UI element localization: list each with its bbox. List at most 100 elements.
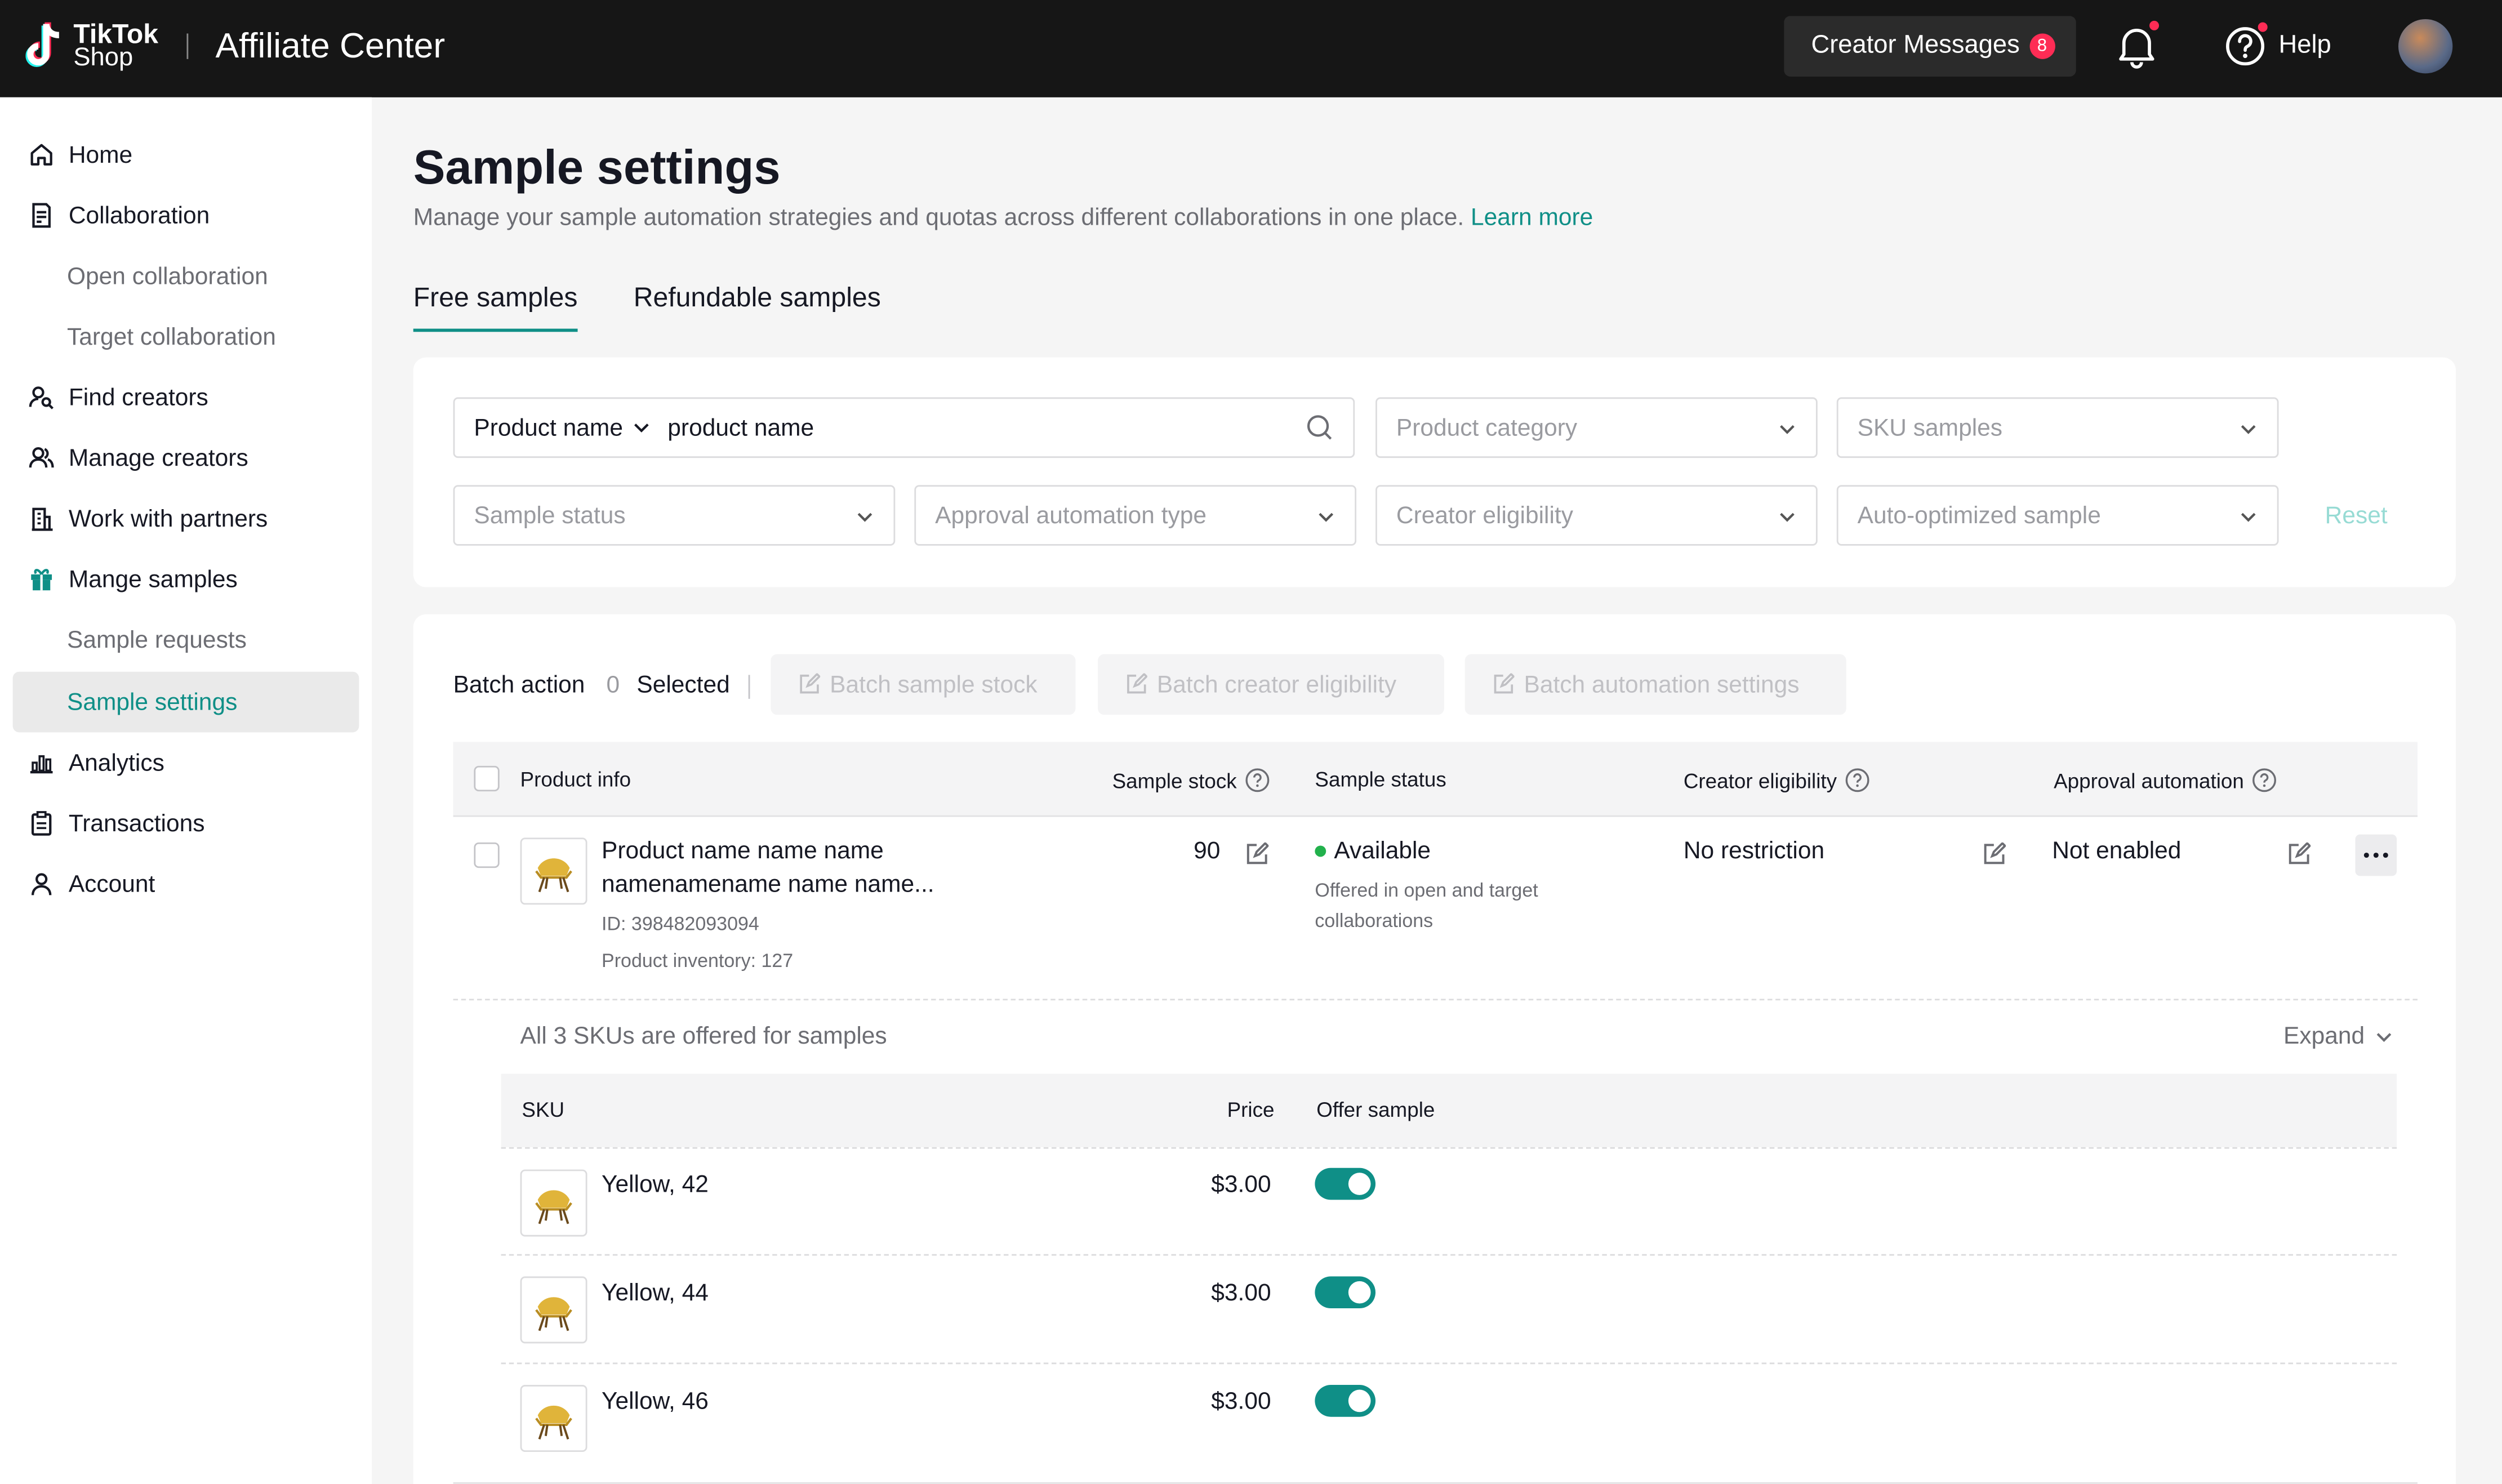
column-product-info: Product info: [520, 768, 631, 791]
row-divider: [501, 1147, 2397, 1149]
help-circle-icon[interactable]: [1245, 768, 1270, 793]
help-circle-icon[interactable]: [2252, 768, 2277, 793]
filters-card: Product name product name Product catego…: [413, 357, 2456, 587]
top-bar: TikTok Shop Affiliate Center Creator Mes…: [0, 0, 2502, 97]
creator-eligibility-select[interactable]: Creator eligibility: [1375, 485, 1818, 546]
column-label: Approval automation: [2054, 768, 2244, 792]
help-button[interactable]: Help: [2224, 20, 2331, 67]
sidebar-item-transactions[interactable]: Transactions: [13, 793, 359, 854]
search-icon[interactable]: [1305, 413, 1334, 442]
chevron-down-icon: [1319, 513, 1334, 522]
sidebar-item-manage-samples[interactable]: Mange samples: [13, 549, 359, 610]
sku-summary: All 3 SKUs are offered for samples: [520, 1022, 887, 1050]
sample-status-select[interactable]: Sample status: [453, 485, 896, 546]
product-thumbnail: [520, 837, 587, 905]
sidebar-item-target-collaboration[interactable]: Target collaboration: [13, 306, 359, 367]
sku-name: Yellow, 44: [602, 1280, 709, 1307]
sku-price: $3.00: [1211, 1388, 1271, 1415]
sidebar-item-analytics[interactable]: Analytics: [13, 732, 359, 793]
logo-wordmark: TikTok Shop: [73, 19, 159, 72]
sidebar-item-label: Home: [68, 141, 133, 168]
tab-free-samples[interactable]: Free samples: [413, 282, 578, 332]
user-avatar[interactable]: [2398, 19, 2453, 74]
batch-creator-eligibility-button[interactable]: Batch creator eligibility: [1098, 654, 1444, 715]
auto-optimized-sample-select[interactable]: Auto-optimized sample: [1836, 485, 2279, 546]
reset-button[interactable]: Reset: [2325, 502, 2388, 529]
creator-messages-button[interactable]: Creator Messages 8: [1784, 16, 2076, 77]
edit-icon: [800, 673, 821, 694]
column-sku: SKU: [522, 1098, 564, 1121]
sidebar-item-label: Mange samples: [68, 565, 238, 593]
logo-line-1: TikTok: [73, 19, 159, 50]
building-icon: [27, 504, 56, 533]
sidebar-item-label: Transactions: [68, 809, 205, 837]
tab-refundable-samples[interactable]: Refundable samples: [634, 282, 881, 314]
sidebar-item-label: Account: [68, 870, 155, 898]
sidebar-item-find-creators[interactable]: Find creators: [13, 367, 359, 428]
sidebar-item-home[interactable]: Home: [13, 124, 359, 185]
select-all-checkbox[interactable]: [474, 765, 500, 792]
column-label: Offer sample: [1316, 1098, 1435, 1122]
help-circle-icon[interactable]: [1845, 768, 1870, 793]
sample-status-label: Available: [1334, 837, 1431, 865]
column-sample-stock: Sample stock: [1112, 768, 1271, 793]
sidebar-item-account[interactable]: Account: [13, 854, 359, 915]
expand-button[interactable]: Expand: [2283, 1023, 2393, 1050]
sidebar-item-label: Collaboration: [68, 202, 210, 229]
row-checkbox[interactable]: [474, 842, 500, 868]
selected-label: Selected: [636, 671, 730, 699]
row-divider: [453, 999, 2418, 1001]
logo-line-2: Shop: [73, 44, 133, 72]
batch-sample-stock-label: Batch sample stock: [830, 671, 1038, 698]
edit-approval-automation-icon[interactable]: [2287, 842, 2311, 866]
page-title: Sample settings: [413, 142, 781, 195]
edit-sample-stock-icon[interactable]: [1245, 842, 1269, 866]
product-id: ID: 398482093094: [602, 912, 759, 935]
app-title: Affiliate Center: [215, 25, 446, 66]
table-bottom-border: [453, 1482, 2418, 1484]
main-content: Sample settings Manage your sample autom…: [372, 97, 2502, 1484]
product-category-placeholder: Product category: [1396, 414, 1578, 442]
search-input[interactable]: product name: [667, 414, 1305, 441]
sidebar-item-sample-requests[interactable]: Sample requests: [13, 609, 359, 670]
chair-icon: [535, 1297, 572, 1331]
sku-samples-select[interactable]: SKU samples: [1836, 397, 2279, 458]
chevron-down-icon: [857, 513, 872, 522]
product-category-select[interactable]: Product category: [1375, 397, 1818, 458]
product-name-line-1[interactable]: Product name name name: [602, 837, 884, 864]
sku-price: $3.00: [1211, 1171, 1271, 1198]
help-dot: [2256, 20, 2269, 34]
chevron-down-icon: [635, 424, 649, 433]
sidebar-item-manage-creators[interactable]: Manage creators: [13, 427, 359, 488]
expand-label: Expand: [2283, 1022, 2365, 1050]
sidebar-item-sample-settings[interactable]: Sample settings: [12, 671, 359, 733]
sku-price: $3.00: [1211, 1280, 1271, 1307]
column-label: Sample status: [1315, 767, 1446, 792]
approval-automation-type-select[interactable]: Approval automation type: [914, 485, 1357, 546]
batch-automation-settings-button[interactable]: Batch automation settings: [1464, 654, 1846, 715]
tiktok-shop-logo[interactable]: TikTok Shop: [25, 21, 158, 72]
gift-icon: [27, 565, 56, 594]
sidebar-item-collaboration[interactable]: Collaboration: [13, 185, 359, 246]
sidebar-item-open-collaboration[interactable]: Open collaboration: [13, 246, 359, 306]
sidebar: Home Collaboration Open collaboration Ta…: [0, 97, 372, 1484]
product-name-line-2[interactable]: namenamename name name...: [602, 871, 934, 898]
offer-sample-toggle[interactable]: [1315, 1167, 1376, 1200]
search-type-label: Product name: [474, 414, 623, 442]
people-icon: [27, 444, 56, 473]
search-type-dropdown[interactable]: Product name: [474, 414, 652, 441]
offer-sample-toggle[interactable]: [1315, 1385, 1376, 1417]
samples-table-card: Batch action 0 Selected Batch sample sto…: [413, 614, 2456, 1484]
notifications-button[interactable]: [2116, 19, 2161, 76]
more-options-button[interactable]: [2355, 834, 2397, 876]
batch-action-label: Batch action: [453, 671, 585, 699]
offer-sample-toggle[interactable]: [1315, 1276, 1376, 1309]
batch-sample-stock-button[interactable]: Batch sample stock: [771, 654, 1076, 715]
edit-creator-eligibility-icon[interactable]: [1982, 842, 2006, 866]
learn-more-link[interactable]: Learn more: [1471, 204, 1593, 231]
sku-samples-placeholder: SKU samples: [1857, 414, 2003, 442]
product-inventory: Product inventory: 127: [602, 949, 794, 972]
sidebar-item-work-with-partners[interactable]: Work with partners: [13, 488, 359, 549]
selected-count: 0: [606, 671, 620, 699]
column-label: Sample stock: [1112, 768, 1237, 792]
